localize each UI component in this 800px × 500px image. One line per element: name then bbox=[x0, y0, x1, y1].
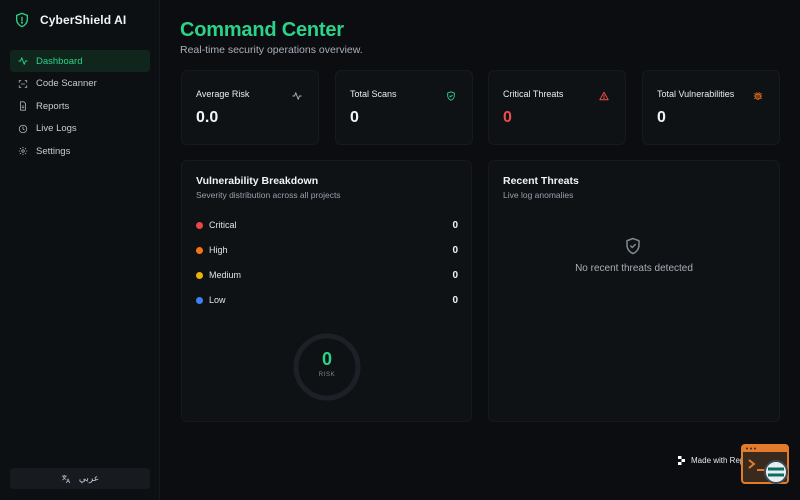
sidebar-item-reports[interactable]: Reports bbox=[10, 95, 150, 117]
stat-label: Critical Threats bbox=[503, 89, 564, 99]
sidebar-item-dashboard[interactable]: Dashboard bbox=[10, 50, 150, 72]
panel-title: Vulnerability Breakdown bbox=[196, 175, 319, 187]
stat-card-total-vulnerabilities: Total Vulnerabilities 0 bbox=[642, 70, 780, 145]
panel-title: Recent Threats bbox=[503, 175, 579, 187]
stat-label: Total Vulnerabilities bbox=[657, 89, 735, 99]
webview-widget[interactable] bbox=[741, 444, 791, 486]
panel-subtitle: Live log anomalies bbox=[503, 190, 574, 200]
severity-row-low: Low 0 bbox=[196, 293, 458, 307]
vulnerability-breakdown-panel: Vulnerability Breakdown Severity distrib… bbox=[181, 160, 472, 422]
stat-label: Average Risk bbox=[196, 89, 250, 99]
stat-card-total-scans: Total Scans 0 bbox=[335, 70, 473, 145]
translate-icon bbox=[61, 474, 70, 483]
page-title: Command Center bbox=[180, 19, 344, 41]
severity-name: Low bbox=[209, 295, 226, 305]
sidebar-item-label: Live Logs bbox=[36, 123, 77, 135]
sidebar: CyberShield AI Dashboard Code Scanner Re… bbox=[0, 0, 160, 500]
terminal-icon bbox=[741, 444, 789, 484]
severity-dot bbox=[196, 221, 203, 229]
severity-row-medium: Medium 0 bbox=[196, 268, 458, 282]
panel-subtitle: Severity distribution across all project… bbox=[196, 190, 341, 200]
stat-label: Total Scans bbox=[350, 89, 397, 99]
sidebar-item-label: Code Scanner bbox=[36, 78, 97, 90]
stat-value: 0 bbox=[350, 109, 359, 126]
sidebar-item-code-scanner[interactable]: Code Scanner bbox=[10, 73, 150, 95]
activity-icon bbox=[292, 92, 302, 100]
severity-dot bbox=[196, 246, 203, 254]
activity-icon bbox=[18, 57, 28, 65]
stat-card-critical-threats: Critical Threats 0 bbox=[488, 70, 626, 145]
shield-check-icon bbox=[447, 91, 455, 101]
sidebar-item-label: Settings bbox=[36, 145, 71, 157]
severity-count: 0 bbox=[452, 294, 458, 306]
sidebar-item-label: Dashboard bbox=[36, 55, 83, 67]
severity-row-critical: Critical 0 bbox=[196, 218, 458, 232]
sidebar-item-label: Reports bbox=[36, 100, 70, 112]
empty-state-message: No recent threats detected bbox=[575, 263, 693, 274]
severity-count: 0 bbox=[452, 244, 458, 256]
replit-logo-icon bbox=[678, 455, 685, 465]
language-toggle-label: عربي bbox=[78, 473, 100, 483]
brand[interactable]: CyberShield AI bbox=[14, 11, 126, 29]
risk-gauge: 0 RISK bbox=[292, 332, 362, 402]
sidebar-nav: Dashboard Code Scanner Reports Live Logs… bbox=[10, 50, 150, 163]
page-subtitle: Real-time security operations overview. bbox=[180, 44, 363, 56]
alert-triangle-icon bbox=[599, 91, 609, 101]
severity-name: High bbox=[209, 245, 228, 255]
scan-icon bbox=[18, 79, 28, 88]
shield-check-icon bbox=[626, 237, 640, 255]
recent-threats-panel: Recent Threats Live log anomalies No rec… bbox=[488, 160, 780, 422]
severity-name: Medium bbox=[209, 270, 242, 280]
severity-name: Critical bbox=[209, 220, 237, 230]
clock-icon bbox=[18, 124, 28, 133]
gauge-value: 0 bbox=[321, 349, 332, 369]
file-icon bbox=[20, 101, 26, 111]
gear-icon bbox=[18, 147, 28, 156]
sidebar-item-live-logs[interactable]: Live Logs bbox=[10, 118, 150, 140]
stat-value: 0.0 bbox=[196, 109, 219, 126]
severity-count: 0 bbox=[452, 219, 458, 231]
bug-icon bbox=[753, 92, 763, 100]
stat-value: 0 bbox=[503, 109, 512, 126]
language-toggle-button[interactable]: عربي bbox=[10, 468, 150, 489]
stat-value: 0 bbox=[657, 109, 666, 126]
sidebar-item-settings[interactable]: Settings bbox=[10, 140, 150, 162]
severity-dot bbox=[196, 271, 203, 279]
severity-dot bbox=[196, 296, 203, 304]
app-name: CyberShield AI bbox=[40, 13, 127, 27]
severity-row-high: High 0 bbox=[196, 243, 458, 257]
stat-card-average-risk: Average Risk 0.0 bbox=[181, 70, 319, 145]
severity-count: 0 bbox=[452, 269, 458, 281]
gauge-label: RISK bbox=[318, 372, 336, 378]
shield-icon bbox=[16, 12, 28, 28]
